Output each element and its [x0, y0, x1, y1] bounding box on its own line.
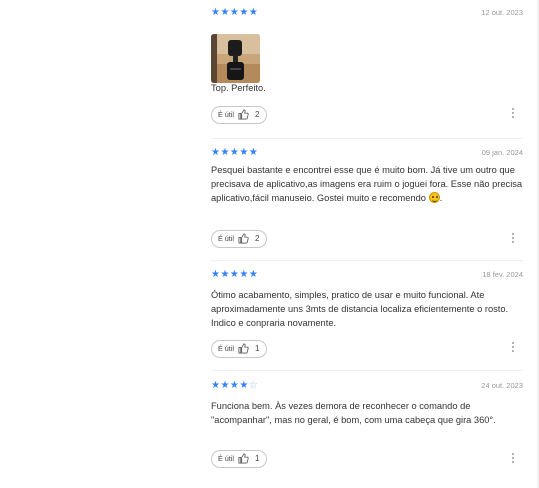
- review-text: Top. Perfeito.: [211, 83, 266, 93]
- review-date: 24 out. 2023: [481, 381, 523, 390]
- more-vertical-icon[interactable]: [511, 453, 515, 465]
- divider: [211, 370, 523, 371]
- more-vertical-icon[interactable]: [511, 342, 515, 354]
- helpful-button[interactable]: É útil 2: [211, 229, 268, 248]
- rating-stars: ★★★★☆: [211, 380, 258, 392]
- helpful-button[interactable]: É útil 2: [211, 105, 268, 124]
- helpful-count: 2: [254, 110, 260, 119]
- rating-stars: ★★★★★: [211, 7, 258, 19]
- rating-stars: ★★★★★: [211, 269, 258, 281]
- star-icon: ★★★★★: [211, 7, 259, 18]
- helpful-label: É útil: [218, 234, 234, 243]
- review-text-content: Pesquei bastante e encontrei esse que é …: [211, 165, 523, 203]
- helpful-button[interactable]: É útil 1: [211, 449, 268, 468]
- review-date: 12 out. 2023: [481, 8, 523, 17]
- helpful-label: É útil: [218, 454, 234, 463]
- helpful-label: É útil: [218, 110, 234, 119]
- helpful-count: 1: [254, 454, 260, 463]
- review-photo[interactable]: [211, 34, 260, 83]
- thumbs-up-icon: [238, 109, 249, 120]
- star-icon: ★★★★: [211, 380, 249, 391]
- more-vertical-icon[interactable]: [511, 108, 515, 120]
- review-text: Ótimo acabamento, simples, pratico de us…: [211, 290, 509, 328]
- thumbs-up-icon: [238, 233, 249, 244]
- helpful-label: É útil: [218, 344, 234, 353]
- thumbs-up-icon: [238, 343, 249, 354]
- review-item: ★★★★☆ 24 out. 2023 Funciona bem. Às veze…: [211, 380, 523, 468]
- review-item: ★★★★★ 12 out. 2023 Top. Perfeito. É útil…: [211, 7, 523, 124]
- helpful-count: 2: [254, 234, 260, 243]
- divider: [211, 260, 523, 261]
- star-empty-icon: ☆: [248, 380, 259, 391]
- more-vertical-icon[interactable]: [511, 233, 515, 245]
- star-icon: ★★★★★: [211, 269, 259, 280]
- helpful-button[interactable]: É útil 1: [211, 339, 268, 358]
- thumbs-up-icon: [238, 453, 249, 464]
- review-date: 18 fev. 2024: [482, 270, 523, 279]
- review-text: Funciona bem. Às vezes demora de reconhe…: [211, 401, 496, 425]
- divider: [211, 138, 523, 139]
- smiley-emoji-icon: [428, 191, 440, 203]
- star-icon: ★★★★★: [211, 147, 259, 158]
- rating-stars: ★★★★★: [211, 147, 258, 159]
- review-item: ★★★★★ 18 fev. 2024 Ótimo acabamento, sim…: [211, 269, 523, 358]
- review-text: Pesquei bastante e encontrei esse que é …: [211, 165, 523, 203]
- review-item: ★★★★★ 09 jan. 2024 Pesquei bastante e en…: [211, 147, 523, 248]
- helpful-count: 1: [254, 344, 260, 353]
- review-date: 09 jan. 2024: [481, 148, 523, 157]
